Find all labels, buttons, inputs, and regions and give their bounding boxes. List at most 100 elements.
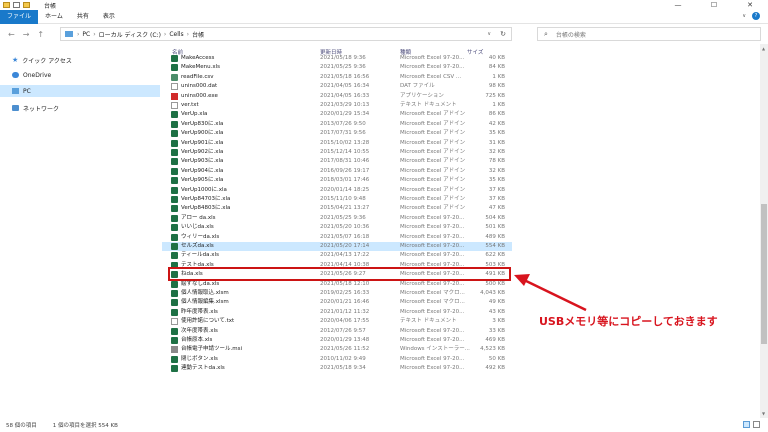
file-row[interactable]: VerUp904に.xla 2016/09/26 19:17 Microsoft E… xyxy=(162,167,512,176)
forward-icon[interactable]: → xyxy=(23,30,30,39)
file-date: 2021/05/18 9:36 xyxy=(320,55,366,61)
file-date: 2018/03/01 17:46 xyxy=(320,177,370,184)
nav-item-onedrive[interactable]: OneDrive xyxy=(0,69,160,81)
file-row[interactable]: 台帳原本.xls 2020/01/29 13:48 Microsoft Excel … xyxy=(162,336,512,345)
breadcrumb-drive[interactable]: ローカル ディスク (C:) xyxy=(99,30,161,39)
file-row[interactable]: readFile.csv 2021/05/18 16:56 Microsoft Ex… xyxy=(162,73,512,82)
file-row[interactable]: VerUp1000に.xla 2020/01/14 18:25 Microsoft … xyxy=(162,186,512,195)
breadcrumb-daicho[interactable]: 台帳 xyxy=(192,30,204,39)
file-row[interactable]: VerUp900に.xla 2017/07/31 9:56 Microsoft Ex… xyxy=(162,129,512,138)
file-row[interactable]: VerUp901に.xla 2015/10/02 13:28 Microsoft E… xyxy=(162,139,512,148)
file-date: 2021/05/25 9:36 xyxy=(320,214,366,221)
file-row[interactable]: ティールda.xls 2021/04/13 17:22 Microsoft Exce… xyxy=(162,251,512,260)
file-row[interactable]: 連動テストda.xls 2021/05/18 9:34 Microsoft Exce… xyxy=(162,364,512,373)
file-row[interactable]: いいじda.xls 2021/05/20 10:36 Microsoft Excel… xyxy=(162,223,512,232)
file-row[interactable]: ウィリーda.xls 2021/05/07 16:18 Microsoft Exce… xyxy=(162,233,512,242)
file-type: Microsoft Excel 97-20... xyxy=(400,327,465,334)
file-date: 2020/01/29 15:34 xyxy=(320,111,370,118)
excel-file-icon xyxy=(171,365,178,373)
file-row[interactable]: VerUp830に.xla 2013/07/26 9:50 Microsoft Ex… xyxy=(162,120,512,129)
nav-item-network[interactable]: ネットワーク xyxy=(0,102,160,114)
file-row[interactable]: 次年度帯表.xls 2012/07/26 9:57 Microsoft Excel … xyxy=(162,327,512,336)
nav-buttons: ← → ↑ xyxy=(0,30,44,39)
file-row[interactable]: VerUp905に.xla 2018/03/01 17:46 Microsoft E… xyxy=(162,176,512,185)
excel-file-icon xyxy=(171,196,178,203)
file-row[interactable]: 台帳電子申請ツール.msi 2021/05/26 11:52 Windows インス… xyxy=(162,345,512,354)
file-row[interactable]: VerUp903に.xla 2017/08/31 10:46 Microsoft E… xyxy=(162,157,512,166)
file-row[interactable]: unins000.dat 2021/04/05 16:34 DAT ファイル 98 K… xyxy=(162,82,512,91)
file-date: 2021/05/18 16:56 xyxy=(320,73,370,80)
vertical-scrollbar[interactable]: ▲ ▼ xyxy=(760,44,768,418)
address-dropdown-icon[interactable]: ∨ xyxy=(487,31,491,37)
up-icon[interactable]: ↑ xyxy=(37,30,44,39)
file-name: 使用許諾について.txt xyxy=(181,318,235,325)
file-row[interactable]: VerUp84703に.xla 2015/11/10 9:48 Microsoft … xyxy=(162,195,512,204)
excel-file-icon xyxy=(171,337,178,344)
file-date: 2021/05/25 9:36 xyxy=(320,64,366,71)
details-view-icon[interactable] xyxy=(743,421,750,428)
excel-file-icon xyxy=(171,149,178,156)
file-row[interactable]: VerUp902に.xla 2015/12/14 10:55 Microsoft E… xyxy=(162,148,512,157)
file-type: Microsoft Excel 97-20... xyxy=(400,64,465,71)
tab-share[interactable]: 共有 xyxy=(70,10,96,24)
navigation-pane: ★ クイック アクセス OneDrive PC ネットワーク xyxy=(0,44,162,418)
tab-home[interactable]: ホーム xyxy=(38,10,70,24)
nav-item-pc[interactable]: PC xyxy=(0,85,160,97)
breadcrumb-pc[interactable]: PC xyxy=(82,31,90,38)
scroll-down-icon[interactable]: ▼ xyxy=(762,411,765,416)
file-size: 554 KB xyxy=(485,243,505,249)
refresh-icon[interactable]: ↻ xyxy=(500,30,506,38)
breadcrumb-cells[interactable]: Cells xyxy=(169,31,183,38)
file-date: 2021/04/13 17:22 xyxy=(320,252,370,259)
expand-ribbon-icon[interactable]: ∨ xyxy=(742,13,746,19)
scroll-thumb[interactable] xyxy=(761,204,767,344)
file-row[interactable]: MakeAccess 2021/05/18 9:36 Microsoft Excel… xyxy=(162,54,512,63)
excel-file-icon xyxy=(171,120,178,128)
nav-item-quick-access[interactable]: ★ クイック アクセス xyxy=(0,54,160,66)
file-row[interactable]: unins000.exe 2021/04/05 16:33 アプリケーション 725 … xyxy=(162,92,512,101)
properties-icon[interactable] xyxy=(13,2,20,8)
text-file-icon xyxy=(171,318,178,326)
file-row[interactable]: VerUp84803に.xla 2015/04/21 13:27 Microsoft… xyxy=(162,204,512,213)
file-type: DAT ファイル xyxy=(400,83,435,90)
file-row[interactable]: 閉じボタン.xls 2010/11/02 9:49 Microsoft Excel … xyxy=(162,355,512,364)
file-row[interactable]: VerUp.xla 2020/01/29 15:34 Microsoft Excel… xyxy=(162,110,512,119)
tab-file[interactable]: ファイル xyxy=(0,9,39,24)
file-type: Microsoft Excel アドイン xyxy=(400,139,466,146)
maximize-button[interactable]: ☐ xyxy=(696,0,732,10)
file-type: Microsoft Excel 97-20... xyxy=(400,243,465,249)
file-name: VerUp902に.xla xyxy=(181,149,224,155)
file-date: 2021/05/07 16:18 xyxy=(320,233,370,240)
file-date: 2020/01/29 13:48 xyxy=(320,337,370,343)
file-row[interactable]: セルズda.xls 2021/05/20 17:14 Microsoft Excel… xyxy=(162,242,512,252)
file-row[interactable]: MakeMenu.xls 2021/05/25 9:36 Microsoft Exc… xyxy=(162,63,512,72)
tab-view[interactable]: 表示 xyxy=(96,10,122,24)
minimize-button[interactable]: — xyxy=(660,0,696,10)
file-row[interactable]: ver.txt 2021/03/29 10:13 テキスト ドキュメント 1 KB xyxy=(162,101,512,110)
excel-file-icon xyxy=(171,280,178,288)
file-size: 1 KB xyxy=(492,73,505,80)
file-type: Microsoft Excel アドイン xyxy=(400,205,466,212)
file-row[interactable]: 昨年度帯表.xls 2021/01/12 11:32 Microsoft Excel… xyxy=(162,308,512,317)
excel-file-icon xyxy=(171,158,178,166)
file-type: Microsoft Excel アドイン xyxy=(400,120,466,127)
file-type: Windows インストーラー... xyxy=(400,346,470,353)
new-folder-icon[interactable] xyxy=(23,2,30,8)
large-icons-view-icon[interactable] xyxy=(753,421,760,428)
file-row[interactable]: アロー da.xls 2021/05/25 9:36 Microsoft Excel… xyxy=(162,214,512,223)
close-button[interactable]: ✕ xyxy=(732,0,768,10)
address-bar[interactable]: › PC › ローカル ディスク (C:) › Cells › 台帳 ∨ ↻ xyxy=(60,27,512,41)
file-row[interactable]: 個人情報編集.xlsm 2020/01/21 16:46 Microsoft Exc… xyxy=(162,298,512,307)
scroll-up-icon[interactable]: ▲ xyxy=(762,46,765,51)
excel-file-icon xyxy=(171,299,178,307)
excel-file-icon xyxy=(171,205,178,213)
file-row[interactable]: 使用許諾について.txt 2020/04/06 17:55 テキスト ドキュメント 3… xyxy=(162,317,512,326)
back-icon[interactable]: ← xyxy=(8,30,15,39)
file-row[interactable]: 絵ずなしda.xls 2021/05/18 12:10 Microsoft Exce… xyxy=(162,280,512,289)
help-icon[interactable]: ? xyxy=(752,12,760,20)
file-row[interactable]: 個人情報取込.xlsm 2019/02/25 16:33 Microsoft Exc… xyxy=(162,289,512,298)
file-date: 2021/05/18 9:34 xyxy=(320,365,366,372)
file-name: VerUp905に.xla xyxy=(181,177,224,184)
file-type: Microsoft Excel アドイン xyxy=(400,149,466,155)
search-input[interactable]: ⌕ 台帳の検索 xyxy=(537,27,761,41)
